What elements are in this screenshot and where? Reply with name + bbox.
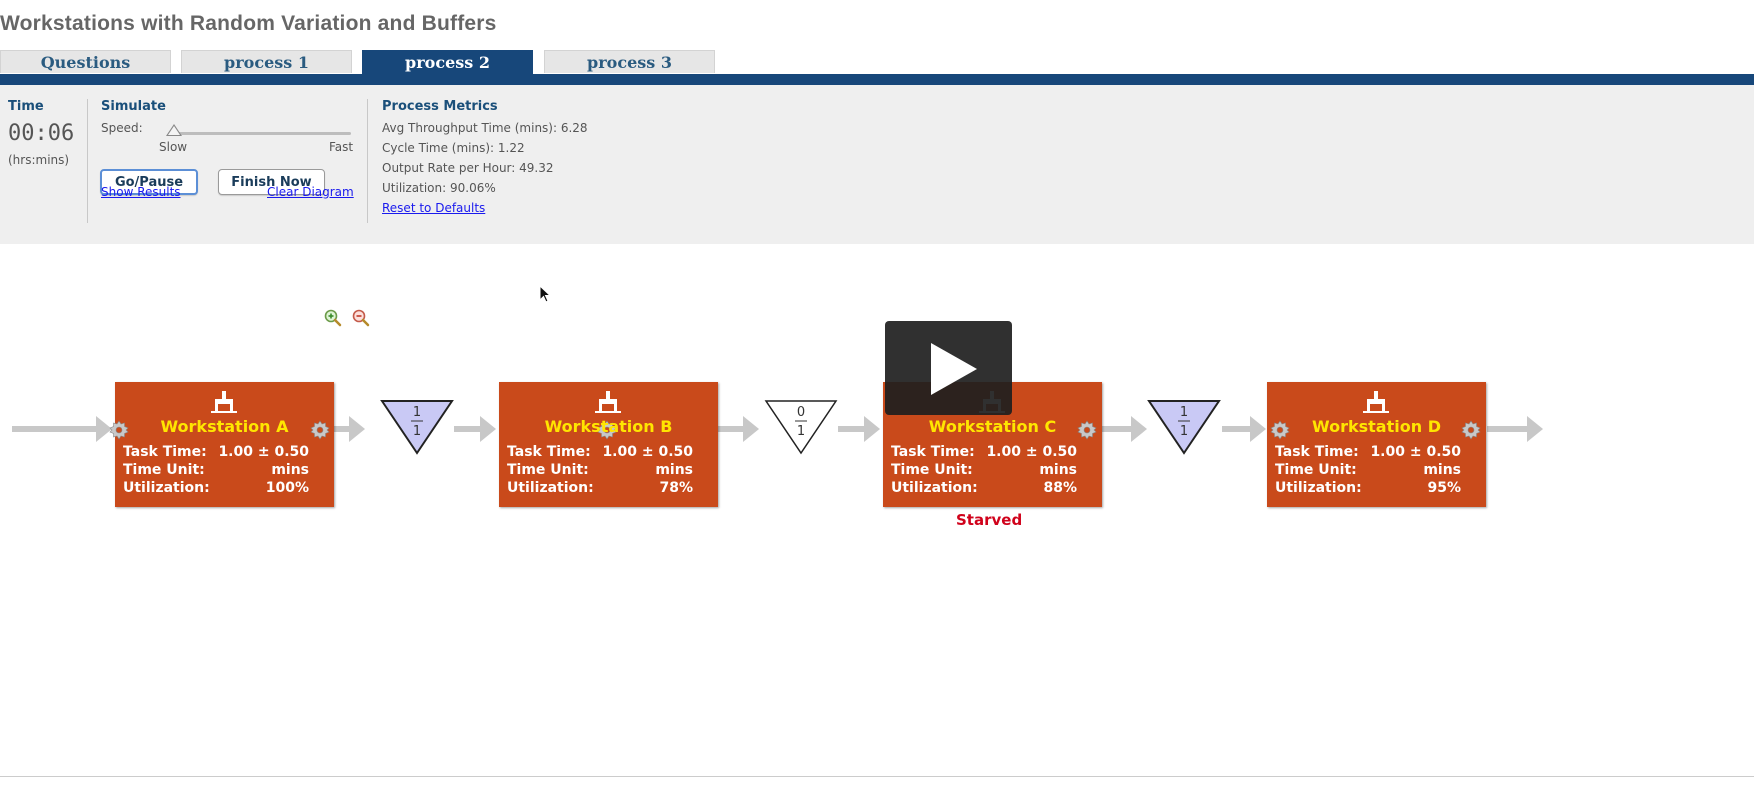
metrics-heading: Process Metrics (382, 99, 498, 114)
utilization-row: Utilization: 88% (891, 480, 1077, 498)
time-unit-row: Time Unit: mins (1275, 462, 1461, 480)
buffer-1[interactable] (380, 399, 454, 455)
show-results-link[interactable]: Show Results (101, 185, 181, 199)
workstation-b[interactable]: Workstation B Task Time: 1.00 ± 0.50 Tim… (499, 382, 718, 507)
time-unit-label: Time Unit: (1275, 462, 1357, 478)
task-time-label: Task Time: (1275, 444, 1359, 460)
page-title: Workstations with Random Variation and B… (0, 12, 497, 35)
time-unit-value: mins (1423, 462, 1461, 478)
task-time-value: 1.00 ± 0.50 (218, 444, 309, 460)
tab-questions[interactable]: Questions (0, 50, 171, 73)
workstation-title: Workstation C (928, 417, 1057, 436)
tab-process-2[interactable]: process 2 (362, 50, 533, 75)
utilization-value: 100% (265, 480, 309, 496)
utilization-label: Utilization: (1275, 480, 1362, 496)
task-time-row: Task Time: 1.00 ± 0.50 (507, 444, 693, 462)
buffer-triangle (764, 400, 838, 455)
status-starved: Starved (956, 511, 1023, 529)
speed-label: Speed: (101, 121, 143, 135)
machine-icon (1363, 391, 1389, 413)
divider (367, 99, 368, 223)
time-unit-row: Time Unit: mins (123, 462, 309, 480)
utilization-row: Utilization: 100% (123, 480, 309, 498)
task-time-label: Task Time: (507, 444, 591, 460)
workstation-title: Workstation D (1312, 417, 1441, 436)
time-readout: 00:06 (8, 121, 75, 146)
tab-underline-bar (0, 74, 1754, 85)
control-panel: Time 00:06 (hrs:mins) Simulate Speed: Sl… (0, 85, 1754, 244)
utilization-label: Utilization: (507, 480, 594, 496)
machine-icon (595, 391, 621, 413)
speed-slider-track[interactable] (168, 132, 351, 135)
utilization-row: Utilization: 78% (507, 480, 693, 498)
buffer-3[interactable] (1147, 399, 1221, 455)
flow-arrow-input (12, 416, 112, 442)
reset-to-defaults-link[interactable]: Reset to Defaults (382, 201, 485, 215)
utilization-label: Utilization: (123, 480, 210, 496)
time-unit-label: Time Unit: (507, 462, 589, 478)
flow-arrow-output (1487, 416, 1543, 442)
utilization-row: Utilization: 95% (1275, 480, 1461, 498)
simulate-heading: Simulate (101, 99, 166, 114)
flow-arrow (838, 416, 880, 442)
time-heading: Time (8, 99, 44, 114)
zoom-out-icon[interactable] (352, 309, 370, 327)
speed-fast-label: Fast (329, 140, 354, 154)
time-unit-value: mins (271, 462, 309, 478)
metric-avg-throughput-time: Avg Throughput Time (mins): 6.28 (382, 121, 588, 135)
divider (87, 99, 88, 223)
workstation-title: Workstation A (160, 417, 289, 436)
task-time-value: 1.00 ± 0.50 (1370, 444, 1461, 460)
machine-icon (211, 391, 237, 413)
utilization-label: Utilization: (891, 480, 978, 496)
tab-process-3[interactable]: process 3 (544, 50, 715, 73)
workstation-a[interactable]: Workstation A Task Time: 1.00 ± 0.50 Tim… (109, 382, 334, 507)
buffer-2[interactable] (764, 399, 838, 455)
time-unit-label: Time Unit: (123, 462, 205, 478)
clear-diagram-link[interactable]: Clear Diagram (267, 185, 354, 199)
workstation-title: Workstation B (544, 417, 673, 436)
task-time-row: Task Time: 1.00 ± 0.50 (891, 444, 1077, 462)
utilization-value: 88% (1043, 480, 1077, 496)
buffer-triangle (380, 400, 454, 455)
footer-divider (0, 776, 1754, 777)
time-unit-row: Time Unit: mins (507, 462, 693, 480)
utilization-value: 78% (659, 480, 693, 496)
flow-arrow (1101, 416, 1147, 442)
task-time-value: 1.00 ± 0.50 (986, 444, 1077, 460)
time-unit-label: Time Unit: (891, 462, 973, 478)
flow-arrow (454, 416, 496, 442)
time-unit: (hrs:mins) (8, 153, 70, 167)
flow-arrow (1222, 416, 1266, 442)
utilization-value: 95% (1427, 480, 1461, 496)
task-time-row: Task Time: 1.00 ± 0.50 (123, 444, 309, 462)
metric-output-rate: Output Rate per Hour: 49.32 (382, 161, 554, 175)
video-play-button[interactable] (885, 321, 1012, 415)
task-time-row: Task Time: 1.00 ± 0.50 (1275, 444, 1461, 462)
time-unit-value: mins (655, 462, 693, 478)
workstation-d[interactable]: Workstation D Task Time: 1.00 ± 0.50 Tim… (1267, 382, 1486, 507)
speed-slider-thumb[interactable] (166, 124, 182, 136)
task-time-label: Task Time: (891, 444, 975, 460)
mouse-cursor-icon (539, 285, 551, 303)
time-unit-row: Time Unit: mins (891, 462, 1077, 480)
task-time-label: Task Time: (123, 444, 207, 460)
play-icon (931, 343, 977, 395)
zoom-in-icon[interactable] (324, 309, 342, 327)
tab-process-1[interactable]: process 1 (181, 50, 352, 73)
metric-utilization: Utilization: 90.06% (382, 181, 496, 195)
task-time-value: 1.00 ± 0.50 (602, 444, 693, 460)
buffer-triangle (1147, 400, 1221, 455)
speed-slow-label: Slow (159, 140, 188, 154)
metric-cycle-time: Cycle Time (mins): 1.22 (382, 141, 525, 155)
time-unit-value: mins (1039, 462, 1077, 478)
